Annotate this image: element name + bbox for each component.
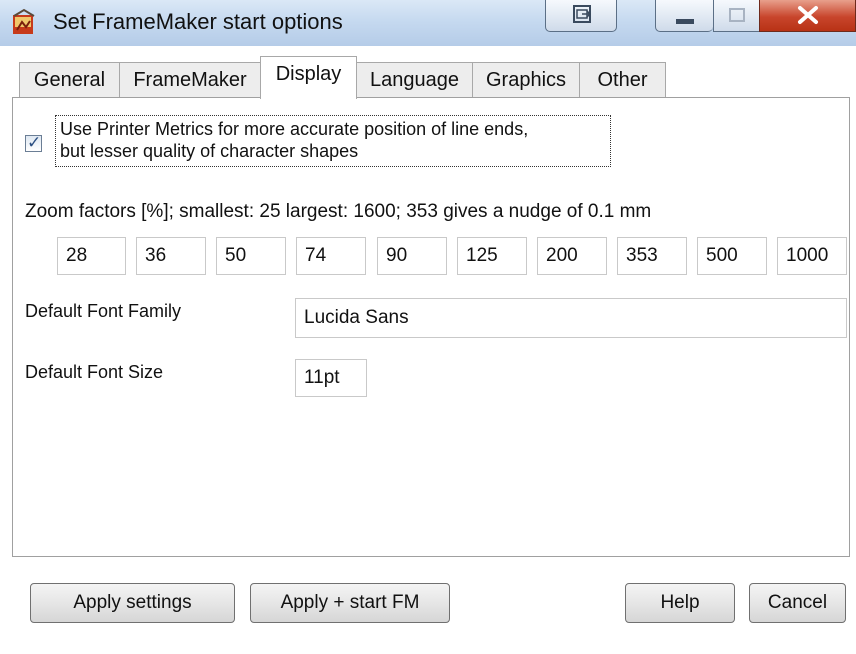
tab-general[interactable]: General bbox=[19, 62, 120, 98]
title-bar: Set FrameMaker start options bbox=[0, 0, 856, 47]
zoom-factor-input[interactable]: 36 bbox=[136, 237, 206, 275]
zoom-factors-caption: Zoom factors [%]; smallest: 25 largest: … bbox=[25, 201, 652, 222]
printer-metrics-label[interactable]: Use Printer Metrics for more accurate po… bbox=[55, 115, 611, 167]
tab-language[interactable]: Language bbox=[356, 62, 473, 98]
window-switch-icon bbox=[573, 5, 592, 23]
default-font-family-label: Default Font Family bbox=[25, 301, 182, 321]
maximize-icon bbox=[729, 8, 745, 22]
zoom-factor-input[interactable]: 353 bbox=[617, 237, 687, 275]
restore-to-tray-button[interactable] bbox=[545, 0, 617, 32]
zoom-factor-input[interactable]: 90 bbox=[377, 237, 447, 275]
zoom-factor-input[interactable]: 50 bbox=[216, 237, 286, 275]
minimize-icon bbox=[676, 19, 694, 24]
cancel-button[interactable]: Cancel bbox=[749, 583, 846, 623]
check-icon: ✓ bbox=[27, 133, 42, 153]
printer-metrics-line-2: but lesser quality of character shapes bbox=[60, 141, 359, 161]
zoom-factor-input[interactable]: 125 bbox=[457, 237, 527, 275]
apply-settings-button[interactable]: Apply settings bbox=[30, 583, 235, 623]
printer-metrics-checkbox[interactable]: ✓ bbox=[25, 133, 42, 153]
zoom-factor-input[interactable]: 74 bbox=[296, 237, 366, 275]
window-title: Set FrameMaker start options bbox=[53, 9, 343, 34]
printer-metrics-line-1: Use Printer Metrics for more accurate po… bbox=[60, 119, 529, 139]
tab-other[interactable]: Other bbox=[579, 62, 666, 98]
tab-display[interactable]: Display bbox=[260, 56, 357, 99]
close-icon bbox=[798, 6, 818, 24]
framemaker-app-icon bbox=[10, 8, 38, 36]
tab-framemaker[interactable]: FrameMaker bbox=[119, 62, 261, 98]
tab-graphics[interactable]: Graphics bbox=[472, 62, 580, 98]
zoom-factor-input[interactable]: 500 bbox=[697, 237, 767, 275]
help-button[interactable]: Help bbox=[625, 583, 735, 623]
apply-start-fm-button[interactable]: Apply + start FM bbox=[250, 583, 450, 623]
zoom-factor-input[interactable]: 1000 bbox=[777, 237, 847, 275]
default-font-family-input[interactable]: Lucida Sans bbox=[295, 298, 847, 338]
default-font-size-input[interactable]: 11pt bbox=[295, 359, 367, 397]
zoom-factor-input[interactable]: 200 bbox=[537, 237, 607, 275]
close-button[interactable] bbox=[759, 0, 856, 32]
minimize-button[interactable] bbox=[655, 0, 713, 32]
maximize-button[interactable] bbox=[713, 0, 759, 32]
zoom-factor-input[interactable]: 28 bbox=[57, 237, 126, 275]
default-font-size-label: Default Font Size bbox=[25, 362, 164, 382]
